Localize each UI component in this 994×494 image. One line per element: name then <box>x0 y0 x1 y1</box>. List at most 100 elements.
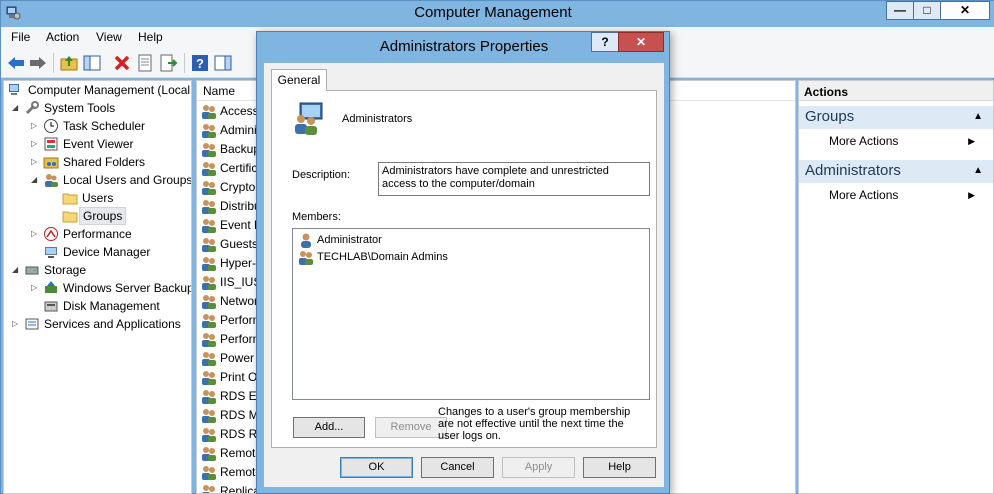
list-item-label: Guests <box>220 237 259 251</box>
backup-icon <box>45 281 57 293</box>
tree-label: Performance <box>63 227 132 241</box>
cancel-button[interactable]: Cancel <box>421 457 494 478</box>
minimize-button[interactable]: — <box>886 1 914 20</box>
menu-view[interactable]: View <box>96 30 122 44</box>
tree-node-performance[interactable]: ▷ Performance <box>31 225 191 243</box>
tree-expander[interactable]: ▷ <box>12 315 22 333</box>
administrators-properties-dialog: Administrators Properties ? ✕ General Ad… <box>256 31 670 494</box>
maximize-button[interactable]: □ <box>913 1 941 20</box>
tree-expander[interactable]: ▷ <box>31 279 41 297</box>
group-name: Administrators <box>342 113 413 125</box>
column-header-name[interactable]: Name <box>203 84 235 98</box>
tree-node-windows-server-backup[interactable]: ▷ Windows Server Backup <box>31 279 191 297</box>
tree-expander[interactable]: ▷ <box>31 153 41 171</box>
description-label: Description: <box>292 169 351 181</box>
submenu-arrow-icon: ▶ <box>968 190 975 200</box>
group-icon <box>202 352 216 366</box>
tree-label: Disk Management <box>63 299 160 313</box>
tree-node-disk-management[interactable]: Disk Management <box>31 297 191 315</box>
title-bar[interactable]: Computer Management — □ ✕ <box>1 1 994 27</box>
event-viewer-icon <box>44 137 58 151</box>
close-button[interactable]: ✕ <box>940 1 990 20</box>
group-icon <box>202 181 216 195</box>
group-icon <box>202 428 216 442</box>
add-button[interactable]: Add... <box>293 417 365 438</box>
back-icon[interactable] <box>6 53 26 73</box>
description-field[interactable]: Administrators have complete and unrestr… <box>378 162 650 196</box>
tree-label: Services and Applications <box>44 317 181 331</box>
tree-node-users[interactable]: Users <box>50 189 191 207</box>
tree-node-shared-folders[interactable]: ▷ Shared Folders <box>31 153 191 171</box>
help-button[interactable]: Help <box>583 457 656 478</box>
members-list[interactable]: Administrator TECHLAB\Domain Admins <box>292 228 650 400</box>
list-item-label: Access <box>220 104 259 118</box>
group-icon <box>202 295 216 309</box>
help-icon[interactable]: ? <box>190 53 210 73</box>
tree-label: Shared Folders <box>63 155 146 169</box>
tree-node-event-viewer[interactable]: ▷ Event Viewer <box>31 135 191 153</box>
more-actions-groups[interactable]: More Actions <box>829 134 898 148</box>
delete-icon[interactable] <box>112 53 132 73</box>
list-item-label: Distribu <box>220 199 261 213</box>
group-icon <box>202 276 216 290</box>
group-icon <box>202 314 216 328</box>
list-item-label: Event L <box>220 218 261 232</box>
tree-node-task-scheduler[interactable]: ▷ Task Scheduler <box>31 117 191 135</box>
tree-node-computer-management[interactable]: Computer Management (Local <box>6 81 191 99</box>
more-actions-administrators[interactable]: More Actions <box>829 188 898 202</box>
group-icon <box>202 105 216 119</box>
group-icon <box>202 219 216 233</box>
tree-expander[interactable]: ◢ <box>31 171 41 189</box>
tree-expander[interactable]: ▷ <box>31 135 41 153</box>
properties-icon[interactable] <box>135 53 155 73</box>
collapse-icon[interactable]: ▲ <box>973 111 983 122</box>
tree-expander[interactable]: ◢ <box>12 99 22 117</box>
remove-button[interactable]: Remove <box>375 417 447 438</box>
tab-general[interactable]: General <box>271 69 327 91</box>
collapse-icon[interactable]: ▲ <box>973 165 983 176</box>
tree-expander[interactable]: ▷ <box>31 225 41 243</box>
tree-label: Users <box>82 191 114 205</box>
show-hide-tree-icon[interactable] <box>82 53 102 73</box>
list-item-label: Backup <box>220 142 261 156</box>
dialog-close-button[interactable]: ✕ <box>618 32 664 52</box>
tree-expander[interactable]: ▷ <box>31 117 41 135</box>
device-manager-icon <box>45 247 57 258</box>
group-icon <box>202 447 216 461</box>
general-tab-panel: Administrators Description: Administrato… <box>271 90 657 448</box>
tree-node-device-manager[interactable]: Device Manager <box>31 243 191 261</box>
apply-button[interactable]: Apply <box>502 457 575 478</box>
tree-node-local-users-and-groups[interactable]: ◢ Local Users and Groups <box>31 171 191 189</box>
tree-node-storage[interactable]: ◢ Storage <box>12 261 191 279</box>
tree-label: Task Scheduler <box>63 119 146 133</box>
show-hide-action-pane-icon[interactable] <box>213 53 233 73</box>
submenu-arrow-icon: ▶ <box>968 136 975 146</box>
toolbar-separator <box>184 53 185 73</box>
navigation-tree[interactable]: Computer Management (Local ◢ System Tool… <box>3 80 192 494</box>
tree-node-services-and-applications[interactable]: ▷ Services and Applications <box>12 315 191 333</box>
ok-button[interactable]: OK <box>340 457 413 478</box>
member-name: Administrator <box>317 234 382 246</box>
group-icon <box>202 390 216 404</box>
section-title: Groups <box>805 108 855 125</box>
group-icon <box>202 162 216 176</box>
dialog-help-button[interactable]: ? <box>591 32 619 52</box>
actions-section-administrators[interactable]: Administrators ▲ <box>799 160 993 183</box>
group-icon <box>202 238 216 252</box>
toolbar-separator <box>53 53 54 73</box>
up-folder-icon[interactable] <box>59 53 79 73</box>
folder-icon <box>62 211 78 223</box>
menu-action[interactable]: Action <box>46 30 79 44</box>
clock-icon <box>44 119 58 133</box>
forward-icon[interactable] <box>28 53 48 73</box>
menu-help[interactable]: Help <box>138 30 163 44</box>
tree-expander[interactable]: ◢ <box>12 261 22 279</box>
actions-section-groups[interactable]: Groups ▲ <box>799 106 993 129</box>
menu-file[interactable]: File <box>11 30 30 44</box>
list-item-label: Networ <box>220 294 259 308</box>
tree-label: Event Viewer <box>63 137 134 151</box>
tree-node-groups[interactable]: Groups <box>50 207 191 225</box>
tree-node-system-tools[interactable]: ◢ System Tools <box>12 99 191 117</box>
export-list-icon[interactable] <box>158 53 178 73</box>
group-icon <box>202 466 216 480</box>
